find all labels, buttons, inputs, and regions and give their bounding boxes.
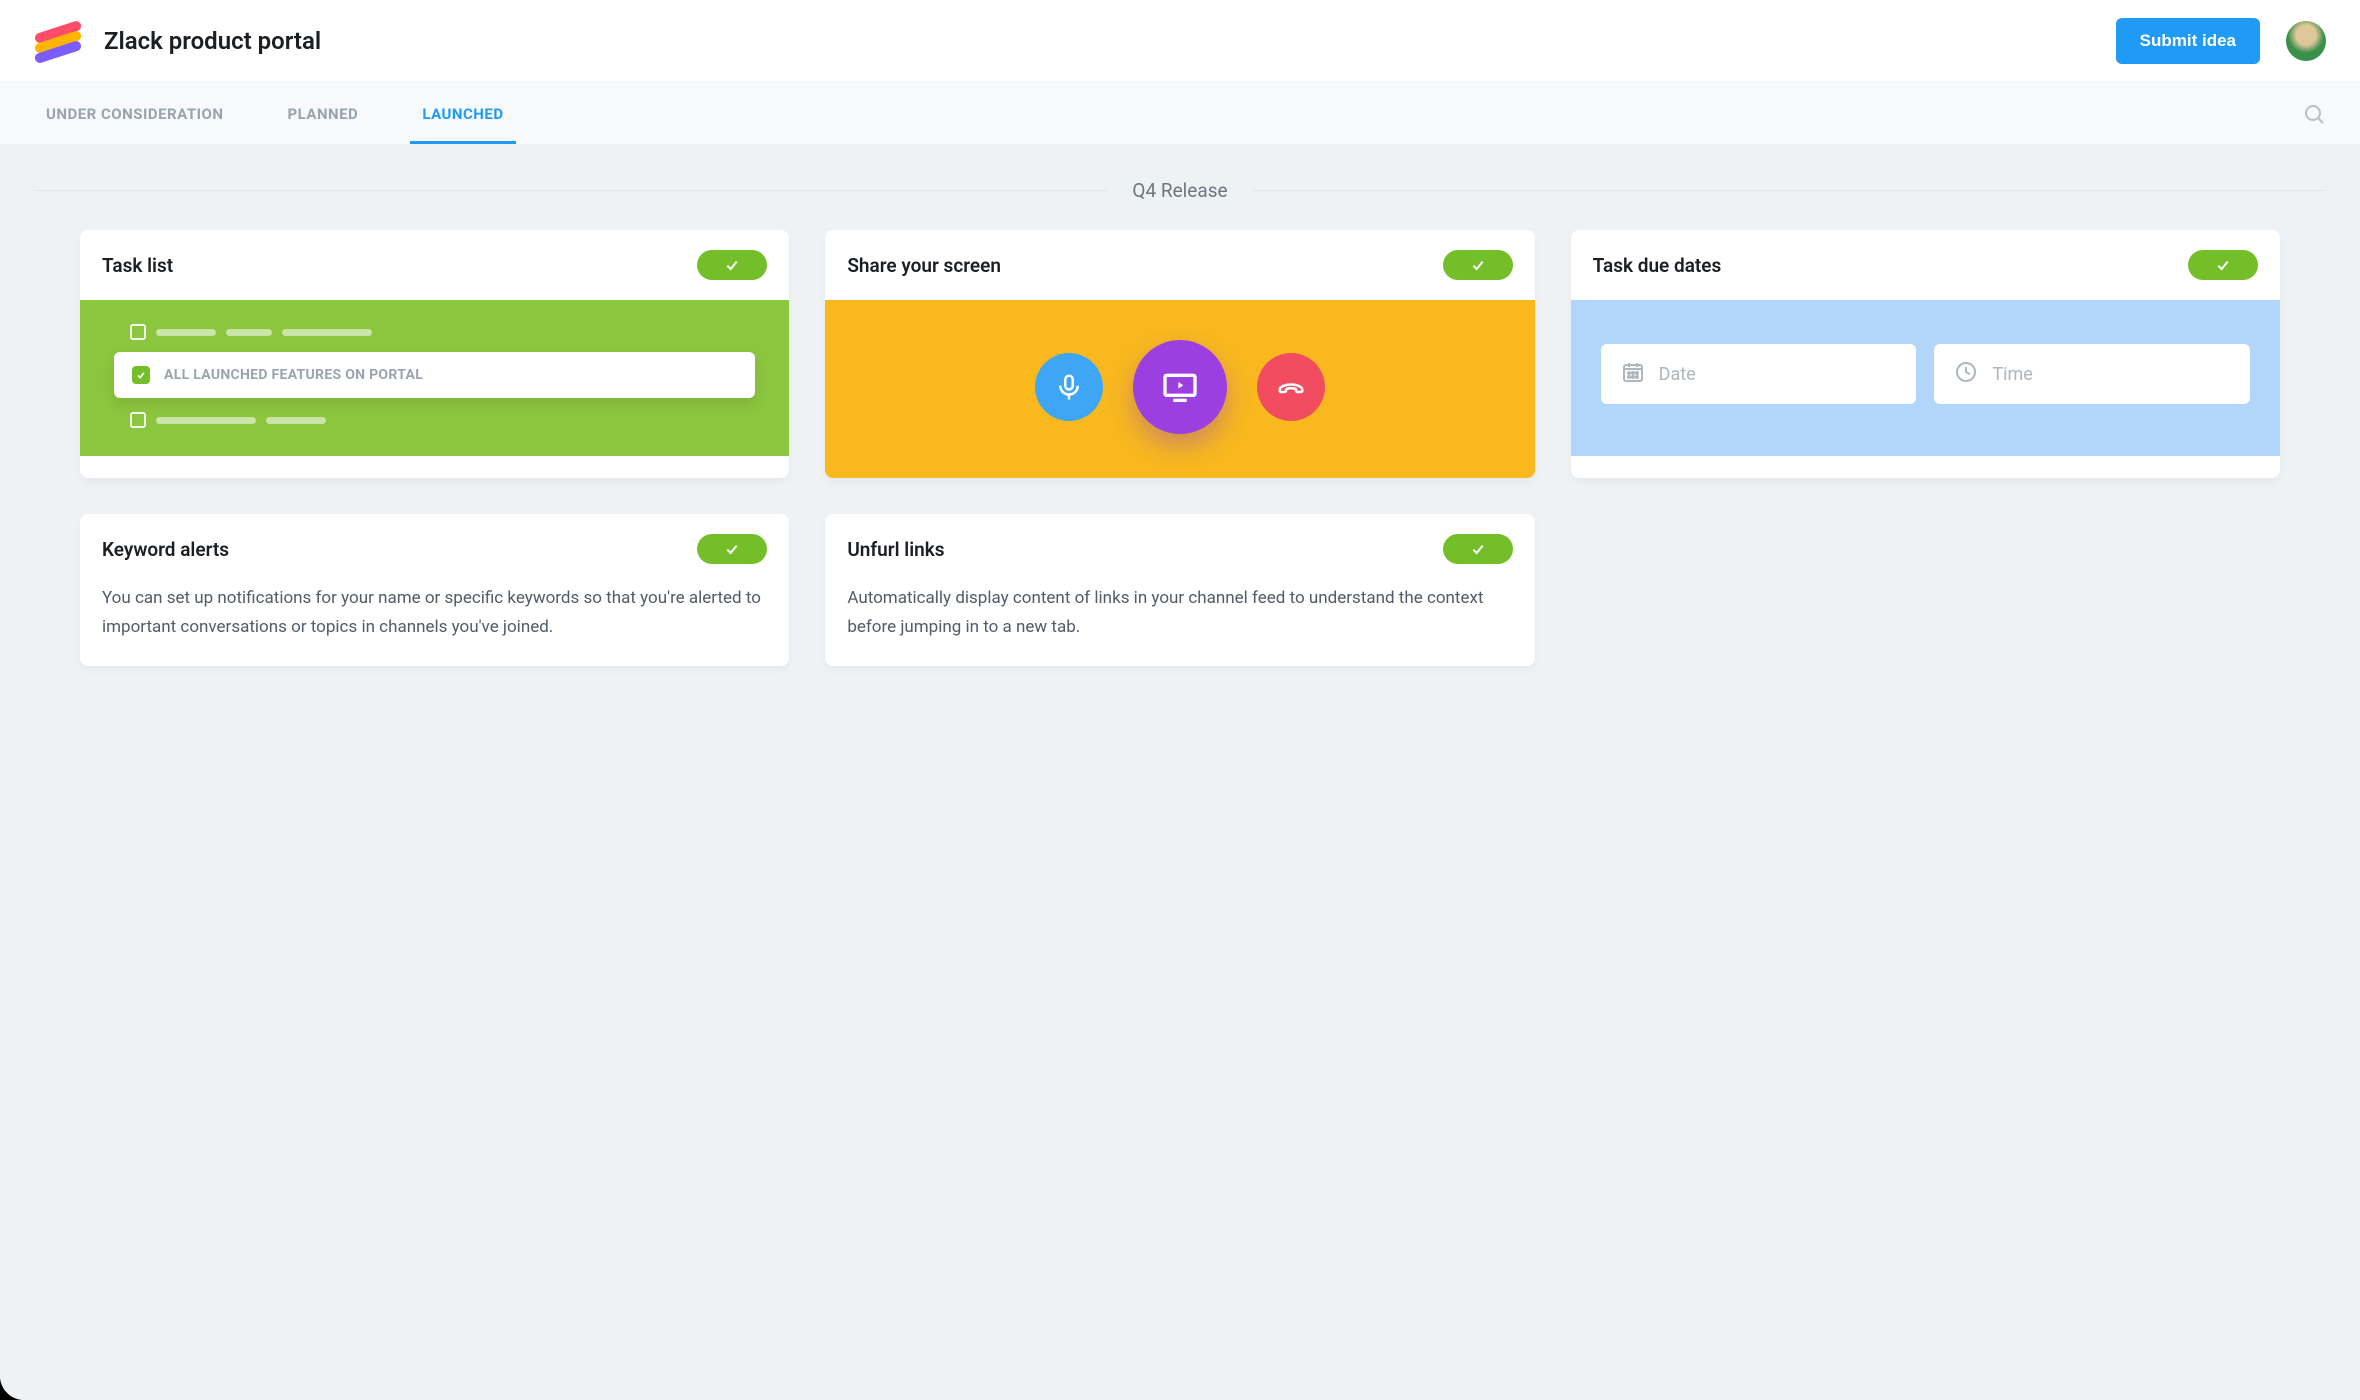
tab-bar: UNDER CONSIDERATION PLANNED LAUNCHED bbox=[0, 82, 2360, 145]
card-due-dates[interactable]: Task due dates bbox=[1571, 230, 2280, 478]
hangup-icon bbox=[1257, 353, 1325, 421]
card-title: Task list bbox=[102, 254, 173, 277]
share-screen-visual bbox=[825, 300, 1534, 478]
card-title: Keyword alerts bbox=[102, 538, 229, 561]
card-title: Share your screen bbox=[847, 254, 1001, 277]
clock-icon bbox=[1954, 360, 1978, 388]
time-placeholder: Time bbox=[1992, 364, 2032, 385]
date-field: Date bbox=[1601, 344, 1917, 404]
app-title: Zlack product portal bbox=[104, 27, 321, 55]
feature-grid: Task list ALL LAUNCHED FEATURES ON PORTA… bbox=[0, 230, 2360, 726]
tab-launched[interactable]: LAUNCHED bbox=[410, 83, 515, 144]
calendar-icon bbox=[1621, 360, 1645, 388]
card-unfurl-links[interactable]: Unfurl links Automatically display conte… bbox=[825, 514, 1534, 666]
screen-share-icon bbox=[1133, 340, 1227, 434]
status-launched-badge bbox=[697, 534, 767, 564]
task-list-callout: ALL LAUNCHED FEATURES ON PORTAL bbox=[114, 352, 755, 398]
card-task-list[interactable]: Task list ALL LAUNCHED FEATURES ON PORTA… bbox=[80, 230, 789, 478]
tab-under-consideration[interactable]: UNDER CONSIDERATION bbox=[34, 83, 235, 144]
card-share-screen[interactable]: Share your screen bbox=[825, 230, 1534, 478]
card-body: You can set up notifications for your na… bbox=[80, 584, 789, 666]
release-heading: Q4 Release bbox=[34, 179, 2326, 202]
due-dates-visual: Date Time bbox=[1571, 300, 2280, 456]
card-body: Automatically display content of links i… bbox=[825, 584, 1534, 666]
task-list-visual: ALL LAUNCHED FEATURES ON PORTAL bbox=[80, 300, 789, 456]
status-launched-badge bbox=[2188, 250, 2258, 280]
status-launched-badge bbox=[697, 250, 767, 280]
status-launched-badge bbox=[1443, 250, 1513, 280]
callout-text: ALL LAUNCHED FEATURES ON PORTAL bbox=[164, 367, 423, 383]
tab-planned[interactable]: PLANNED bbox=[275, 83, 370, 144]
status-launched-badge bbox=[1443, 534, 1513, 564]
time-field: Time bbox=[1934, 344, 2250, 404]
user-avatar[interactable] bbox=[2286, 21, 2326, 61]
card-keyword-alerts[interactable]: Keyword alerts You can set up notificati… bbox=[80, 514, 789, 666]
header: Zlack product portal Submit idea bbox=[0, 0, 2360, 82]
search-icon[interactable] bbox=[2302, 102, 2326, 126]
date-placeholder: Date bbox=[1659, 364, 1696, 385]
card-title: Task due dates bbox=[1593, 254, 1722, 277]
card-title: Unfurl links bbox=[847, 538, 944, 561]
microphone-icon bbox=[1035, 353, 1103, 421]
submit-idea-button[interactable]: Submit idea bbox=[2116, 18, 2260, 64]
app-logo bbox=[34, 19, 82, 63]
checkbox-checked-icon bbox=[132, 366, 150, 384]
release-label: Q4 Release bbox=[1108, 179, 1251, 202]
